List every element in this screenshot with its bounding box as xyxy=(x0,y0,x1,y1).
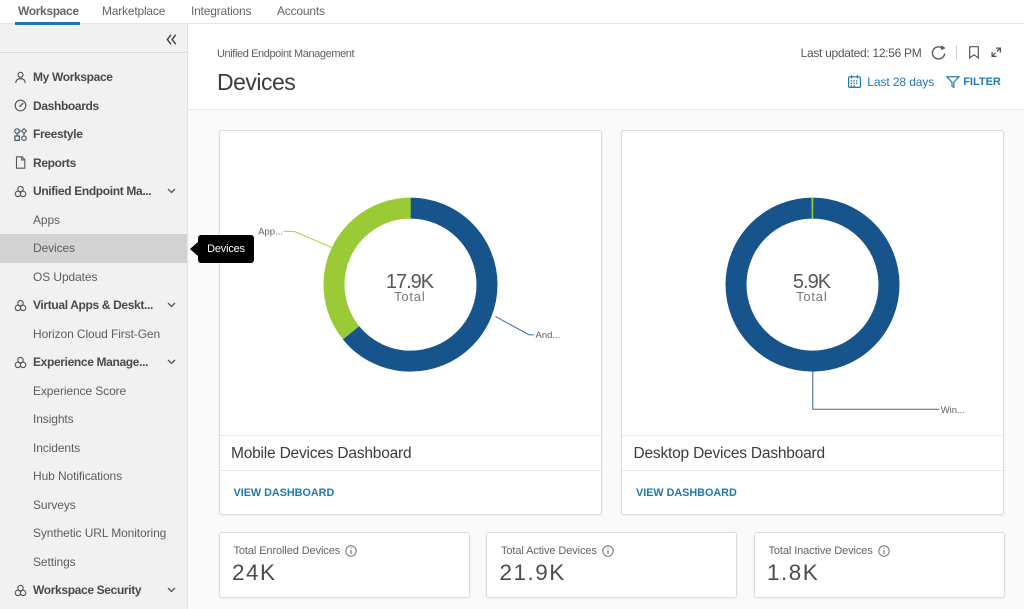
svg-text:Total: Total xyxy=(796,289,827,304)
svg-text:App...: App... xyxy=(258,226,283,237)
svg-text:Win...: Win... xyxy=(941,405,965,416)
svg-text:And...: And... xyxy=(535,330,560,341)
svg-text:Total: Total xyxy=(394,289,425,304)
